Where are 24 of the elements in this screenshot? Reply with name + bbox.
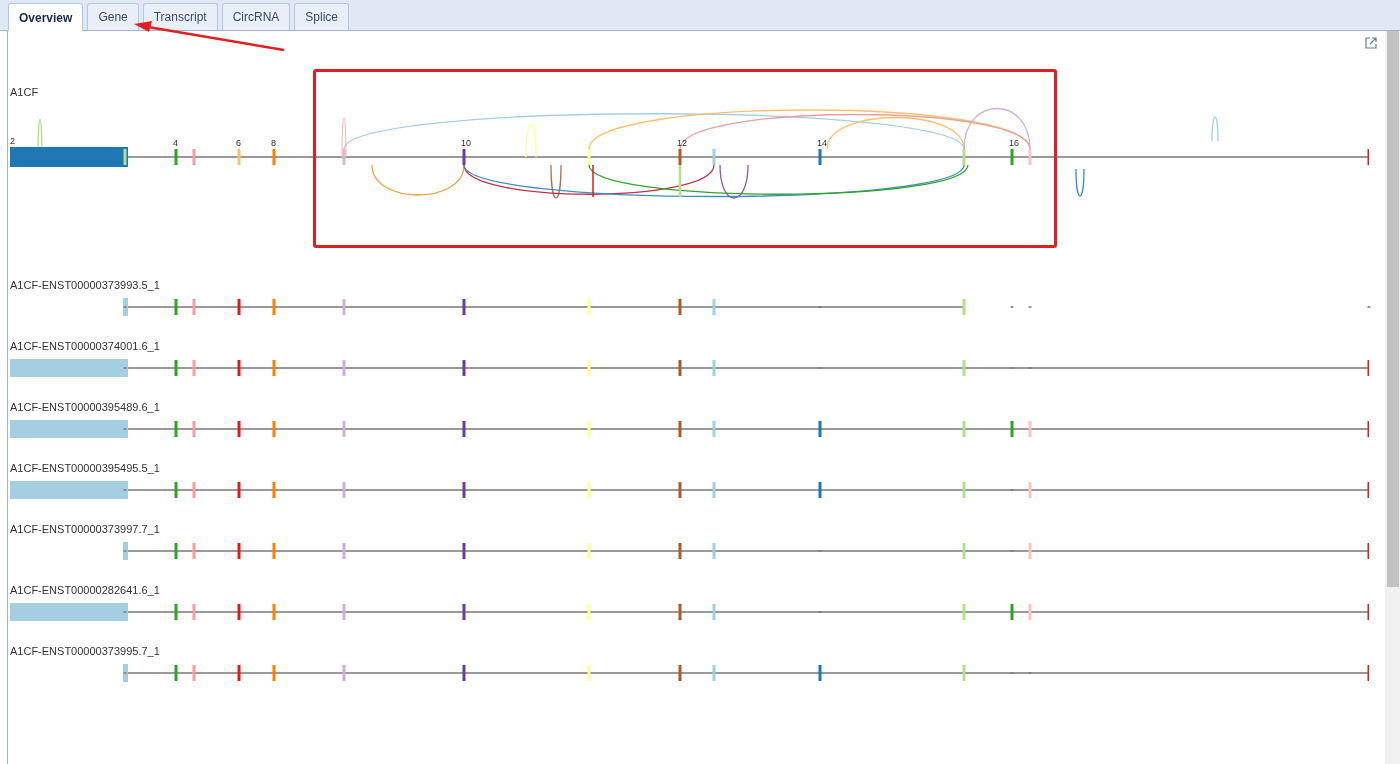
tab[interactable]: Overview — [8, 3, 84, 31]
scrollbar-thumb[interactable] — [1386, 31, 1399, 587]
exon-number: 6 — [236, 138, 241, 148]
exon-number: 10 — [461, 138, 471, 148]
exon-number: 16 — [1009, 138, 1019, 148]
popout-icon[interactable] — [1365, 37, 1377, 49]
gene-name: A1CF — [10, 85, 40, 99]
exon-number: 12 — [677, 138, 687, 148]
exon-number: 14 — [817, 138, 827, 148]
tab[interactable]: Gene — [87, 3, 139, 30]
scrollbar[interactable] — [1385, 31, 1400, 764]
transcript-name: A1CF-ENST00000373997.7_1 — [10, 522, 161, 536]
tab[interactable]: CircRNA — [221, 3, 291, 30]
tab[interactable]: Splice — [294, 3, 349, 30]
transcript-name: A1CF-ENST00000395489.6_1 — [10, 400, 161, 414]
transcript-name: A1CF-ENST00000282641.6_1 — [10, 583, 161, 597]
transcript-name: A1CF-ENST00000373993.5_1 — [10, 278, 161, 292]
transcript-name: A1CF-ENST00000373995.7_1 — [10, 644, 161, 658]
exon-number: 4 — [173, 138, 178, 148]
exon-number: 2 — [10, 136, 15, 146]
transcript-name: A1CF-ENST00000395495.5_1 — [10, 461, 161, 475]
exon-number: 8 — [271, 138, 276, 148]
tab[interactable]: Transcript — [142, 3, 218, 30]
transcript-name: A1CF-ENST00000374001.6_1 — [10, 339, 161, 353]
